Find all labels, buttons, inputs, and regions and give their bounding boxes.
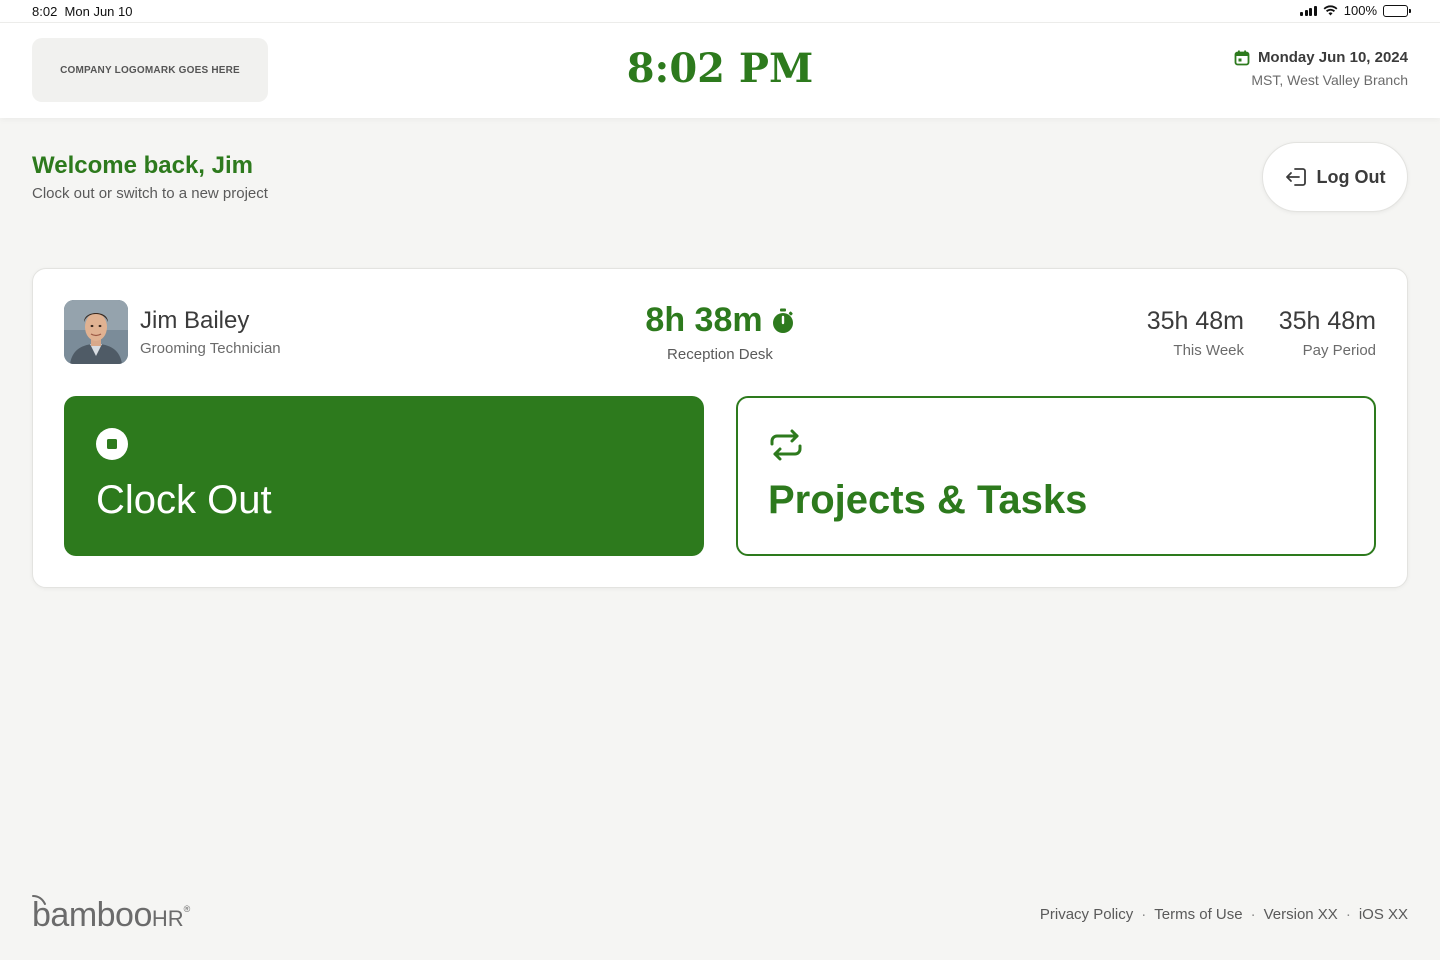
projects-tasks-label: Projects & Tasks <box>768 478 1088 522</box>
stat-value: 35h 48m <box>1278 307 1376 335</box>
current-date: Monday Jun 10, 2024 <box>1257 49 1408 66</box>
session-duration: 8h 38m <box>645 301 794 340</box>
clock-out-label: Clock Out <box>96 478 272 522</box>
stat-label: Pay Period <box>1302 342 1376 359</box>
header: COMPANY LOGOMARK GOES HERE 8:02 PM Monda… <box>0 22 1440 118</box>
leaf-icon <box>32 895 46 905</box>
terms-of-use-link[interactable]: Terms of Use <box>1154 906 1242 923</box>
version-label: Version XX <box>1263 906 1338 923</box>
brand-main: bamboo <box>32 896 152 934</box>
stat-pay-period: 35h 48m Pay Period <box>1279 307 1376 359</box>
status-bar: 8:02 Mon Jun 10 100% <box>0 0 1440 22</box>
stat-this-week: 35h 48m This Week <box>1147 307 1244 359</box>
bamboohr-logo: bamboo HR ® <box>32 895 191 935</box>
signal-icon <box>1300 5 1317 16</box>
branch-location: MST, West Valley Branch <box>1251 72 1408 88</box>
battery-icon <box>1383 4 1411 17</box>
clock-out-button[interactable]: Clock Out <box>64 396 704 556</box>
welcome-title: Welcome back, Jim <box>32 152 253 179</box>
brand-registered-mark: ® <box>183 904 191 914</box>
current-time: 8:02 PM <box>626 45 814 92</box>
logout-icon <box>1285 168 1306 186</box>
projects-tasks-button[interactable]: Projects & Tasks <box>736 396 1376 556</box>
status-bar-time: 8:02 Mon Jun 10 <box>32 4 133 19</box>
brand-suffix: HR <box>151 906 184 931</box>
date-line: Monday Jun 10, 2024 <box>1234 49 1408 66</box>
separator: · <box>1345 906 1351 923</box>
session-time: 8h 38m <box>645 301 763 339</box>
status-bar-right: 100% <box>1300 3 1411 18</box>
logout-button[interactable]: Log Out <box>1262 142 1408 212</box>
ios-version-label: iOS XX <box>1358 906 1408 923</box>
logout-label: Log Out <box>1316 166 1386 187</box>
repeat-icon <box>770 429 802 461</box>
stat-value: 35h 48m <box>1146 307 1244 335</box>
battery-percent: 100% <box>1343 3 1377 18</box>
date-location: Monday Jun 10, 2024 MST, West Valley Bra… <box>1234 49 1408 88</box>
stat-label: This Week <box>1173 342 1244 359</box>
employee-card: Jim Bailey Grooming Technician 8h 38m Re… <box>32 268 1408 588</box>
welcome-subtitle: Clock out or switch to a new project <box>32 185 268 202</box>
stopwatch-icon <box>772 308 793 333</box>
wifi-icon <box>1323 5 1338 16</box>
stop-icon <box>96 428 128 460</box>
calendar-icon <box>1234 50 1250 65</box>
separator: · <box>1250 906 1256 923</box>
separator: · <box>1141 906 1147 923</box>
privacy-policy-link[interactable]: Privacy Policy <box>1040 906 1133 923</box>
footer-links: Privacy Policy · Terms of Use · Version … <box>1040 906 1408 923</box>
